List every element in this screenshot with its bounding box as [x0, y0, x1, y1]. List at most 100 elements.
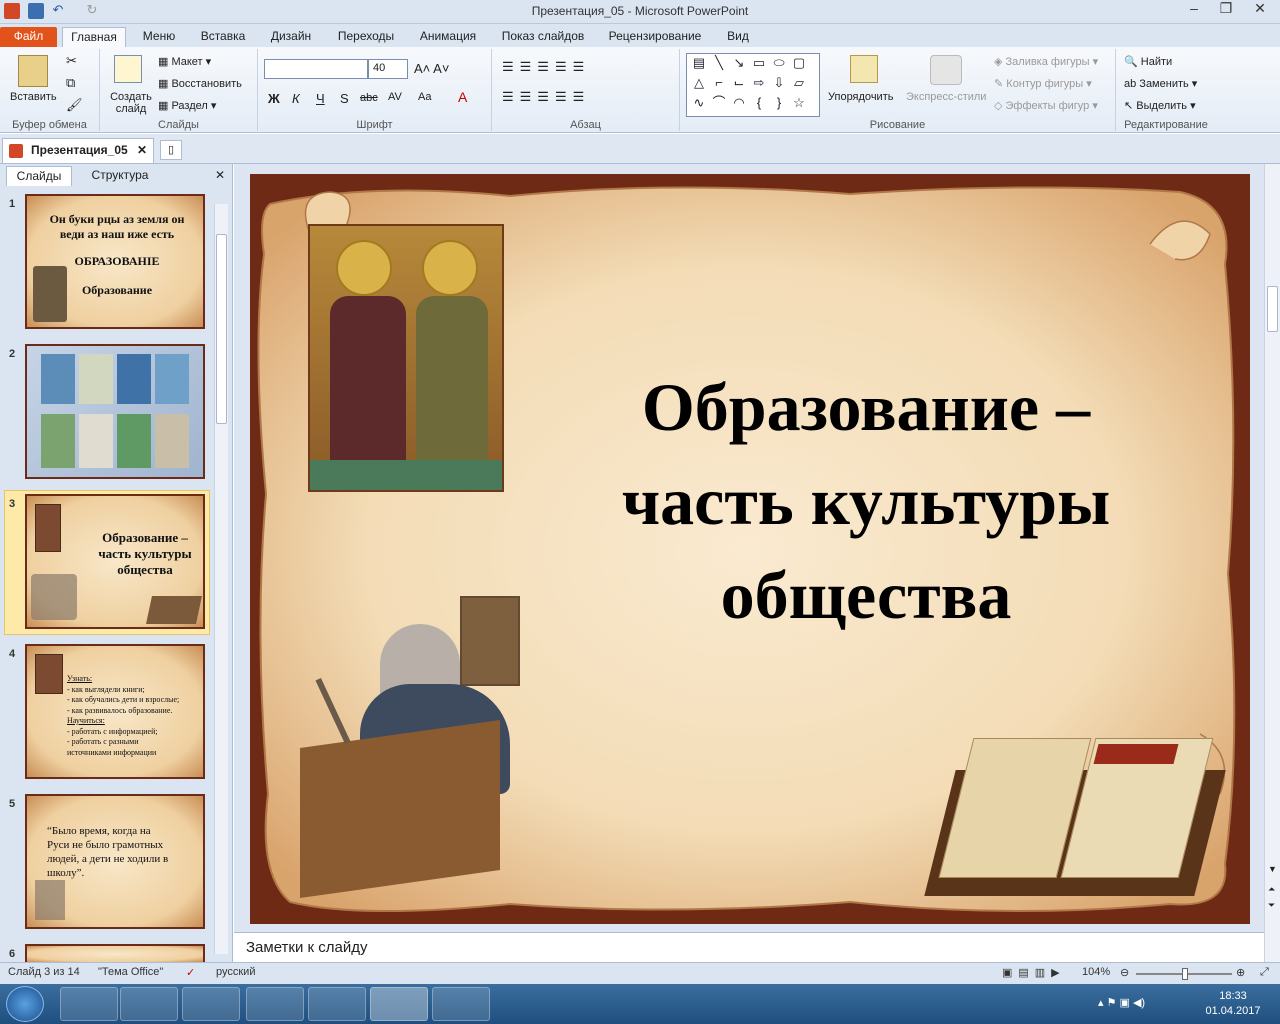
grow-font-icon[interactable]: A˄ A˅ — [414, 61, 449, 76]
strikethrough-button[interactable]: abc — [360, 92, 378, 104]
star-icon[interactable]: ☆ — [791, 96, 807, 110]
shape-outline-button[interactable]: ✎ Контур фигуры ▾ — [994, 77, 1092, 90]
winrar-taskbar-icon[interactable] — [432, 987, 490, 1021]
tab-insert[interactable]: Вставка — [192, 27, 254, 48]
char-spacing-button[interactable]: AV — [388, 91, 402, 103]
slide-thumbnail-6[interactable] — [25, 944, 205, 962]
connector-icon[interactable]: ⌐ — [711, 76, 727, 90]
arc-icon[interactable]: ◠ — [731, 96, 747, 110]
right-brace-icon[interactable]: } — [771, 96, 787, 110]
quick-styles-button[interactable]: Экспресс-стили — [906, 91, 986, 103]
tab-slides[interactable]: Слайды — [6, 166, 72, 186]
language-indicator[interactable]: русский — [216, 966, 255, 978]
shape-fill-button[interactable]: ◈ Заливка фигуры ▾ — [994, 55, 1098, 68]
shapes-gallery[interactable]: ▤ ╲ ↘ ▭ ⬭ ▢ △ ⌐ ⌙ ⇨ ⇩ ▱ ∿ ⌒ ◠ { } ☆ — [686, 53, 820, 117]
prev-slide-icon[interactable]: ⏶ — [1268, 884, 1275, 895]
slide-thumbnail-2[interactable] — [25, 344, 205, 479]
internet-explorer-taskbar-icon[interactable] — [182, 987, 240, 1021]
slide-thumbnail-3[interactable]: Образование – часть культуры общества — [25, 494, 205, 629]
minimize-icon[interactable]: – — [1180, 0, 1208, 20]
explorer-taskbar-icon[interactable] — [60, 987, 118, 1021]
new-slide-button[interactable]: Создать слайд — [108, 91, 154, 115]
tab-animation[interactable]: Анимация — [410, 27, 486, 48]
rounded-rect-icon[interactable]: ▢ — [791, 56, 807, 70]
new-tab-icon[interactable]: ▯ — [160, 140, 182, 160]
paste-icon[interactable] — [18, 55, 48, 87]
italic-button[interactable]: К — [292, 91, 300, 106]
zoom-out-icon[interactable]: ⊖ — [1120, 966, 1129, 979]
layout-button[interactable]: ▦ Макет ▾ — [158, 55, 211, 68]
next-slide-icon[interactable]: ⏷ — [1268, 900, 1275, 911]
quick-styles-icon[interactable] — [930, 55, 962, 85]
tab-transitions[interactable]: Переходы — [330, 27, 402, 48]
zoom-in-icon[interactable]: ⊕ — [1236, 966, 1245, 979]
zoom-slider-thumb[interactable] — [1182, 968, 1188, 980]
slide-title[interactable]: Образование – часть культуры общества — [566, 360, 1166, 642]
view-buttons-icon[interactable]: ▣▤▥▶ — [1002, 966, 1066, 979]
freeform-icon[interactable]: ⌒ — [711, 96, 727, 110]
arrange-button[interactable]: Упорядочить — [828, 91, 893, 103]
close-tab-icon[interactable]: ✕ — [137, 139, 147, 162]
list-buttons-icon[interactable]: ☰☰☰☰☰ — [502, 59, 590, 75]
tab-slideshow[interactable]: Показ слайдов — [494, 27, 592, 48]
format-painter-icon[interactable]: 🖌 — [66, 97, 83, 113]
callout-icon[interactable]: ▱ — [791, 76, 807, 90]
oval-icon[interactable]: ⬭ — [771, 56, 787, 70]
tab-menu[interactable]: Меню — [134, 27, 184, 48]
underline-button[interactable]: Ч — [316, 91, 325, 106]
slide-thumbnail-4[interactable]: Узнать: - как выглядели книги; - как обу… — [25, 644, 205, 779]
panel-scroll-thumb[interactable] — [216, 234, 227, 424]
close-panel-icon[interactable]: ✕ — [212, 166, 228, 186]
paste-button[interactable]: Вставить — [10, 91, 57, 103]
opera-taskbar-icon[interactable] — [246, 987, 304, 1021]
replace-button[interactable]: ab Заменить ▾ — [1124, 77, 1197, 90]
arrow-line-icon[interactable]: ↘ — [731, 56, 747, 70]
tray-clock[interactable]: 18:33 01.04.2017 — [1196, 989, 1270, 1019]
shape-effects-button[interactable]: ◇ Эффекты фигур ▾ — [994, 99, 1098, 112]
notes-pane[interactable]: Заметки к слайду — [234, 932, 1264, 962]
slide-thumbnail-1[interactable]: Он буки рцы аз земля он веди аз наш иже … — [25, 194, 205, 329]
fit-slide-icon[interactable]: ⤢ — [1260, 966, 1269, 979]
main-scrollbar[interactable]: ▼ ⏶ ⏷ — [1264, 164, 1280, 962]
tab-review[interactable]: Рецензирование — [600, 27, 710, 48]
tab-home[interactable]: Главная — [62, 27, 126, 48]
font-name-input[interactable] — [264, 59, 368, 79]
shadow-button[interactable]: S — [340, 91, 349, 106]
tab-file[interactable]: Файл — [0, 27, 57, 48]
textbox-icon[interactable]: ▤ — [691, 56, 707, 70]
slide[interactable]: Образование – часть культуры общества — [250, 174, 1250, 924]
scroll-down-icon[interactable]: ▼ — [1268, 864, 1277, 874]
arrange-icon[interactable] — [850, 55, 878, 83]
theme-name[interactable]: "Тема Office" — [98, 966, 163, 978]
find-button[interactable]: 🔍 Найти — [1124, 55, 1172, 68]
section-button[interactable]: ▦ Раздел ▾ — [158, 99, 216, 112]
change-case-button[interactable]: Aa — [418, 91, 431, 103]
powerpoint-taskbar-icon[interactable] — [370, 987, 428, 1021]
document-tab[interactable]: Презентация_05 ✕ — [2, 138, 154, 163]
right-arrow-icon[interactable]: ⇨ — [751, 76, 767, 90]
curve-icon[interactable]: ∿ — [691, 96, 707, 110]
tray-icons[interactable]: ▴ ⚑ ▣ ◀) — [1098, 996, 1145, 1009]
maximize-icon[interactable]: ❐ — [1212, 0, 1240, 20]
left-brace-icon[interactable]: { — [751, 96, 767, 110]
rectangle-icon[interactable]: ▭ — [751, 56, 767, 70]
tab-view[interactable]: Вид — [718, 27, 758, 48]
copy-icon[interactable]: ⧉ — [66, 75, 75, 91]
font-color-button[interactable]: A — [458, 89, 467, 105]
slide-thumbnail-5[interactable]: “Было время, когда на Руси не было грамо… — [25, 794, 205, 929]
triangle-icon[interactable]: △ — [691, 76, 707, 90]
close-icon[interactable]: ✕ — [1242, 0, 1278, 20]
elbow-icon[interactable]: ⌙ — [731, 76, 747, 90]
main-scroll-thumb[interactable] — [1267, 286, 1278, 332]
tab-outline[interactable]: Структура — [80, 166, 160, 186]
tab-design[interactable]: Дизайн — [260, 27, 322, 48]
cut-icon[interactable]: ✂ — [66, 53, 77, 69]
media-player-taskbar-icon[interactable] — [120, 987, 178, 1021]
bold-button[interactable]: Ж — [268, 91, 280, 106]
spellcheck-icon[interactable]: ✓ — [186, 966, 195, 979]
start-button-icon[interactable] — [6, 986, 44, 1022]
down-arrow-icon[interactable]: ⇩ — [771, 76, 787, 90]
reset-button[interactable]: ▦ Восстановить — [158, 77, 242, 90]
zoom-level[interactable]: 104% — [1082, 966, 1110, 978]
panel-scrollbar[interactable] — [214, 204, 228, 954]
